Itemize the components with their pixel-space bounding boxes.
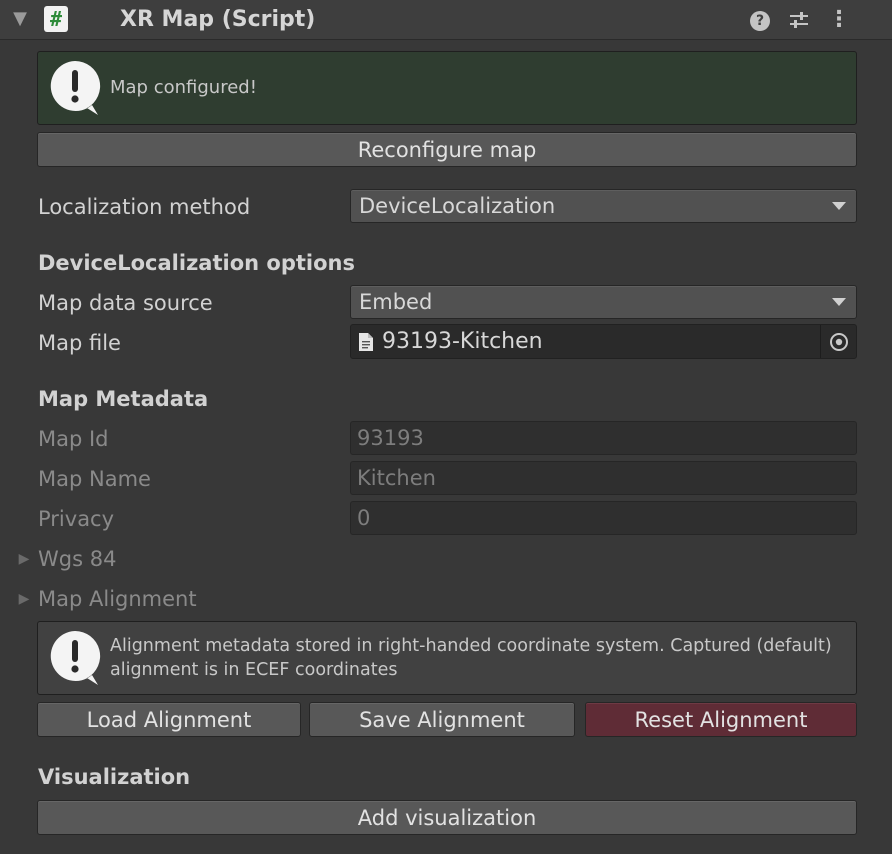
chevron-down-icon [832, 298, 846, 306]
privacy-field: 0 [350, 501, 857, 535]
info-balloon-icon [48, 629, 102, 687]
foldout-right-icon[interactable]: ▶ [16, 584, 32, 614]
privacy-label: Privacy [38, 507, 115, 531]
localization-method-dropdown[interactable]: DeviceLocalization [350, 189, 857, 223]
wgs84-foldout[interactable]: Wgs 84 [38, 543, 116, 575]
map-data-source-dropdown[interactable]: Embed [350, 285, 857, 319]
load-alignment-button[interactable]: Load Alignment [37, 702, 301, 737]
localization-method-value: DeviceLocalization [359, 194, 556, 218]
device-localization-section-title: DeviceLocalization options [38, 251, 355, 275]
map-id-label: Map Id [38, 427, 109, 451]
status-message: Map configured! [110, 77, 257, 98]
component-title: XR Map (Script) [120, 7, 316, 32]
map-name-label: Map Name [38, 467, 151, 491]
map-file-object-field[interactable]: 93193-Kitchen [350, 324, 857, 359]
foldout-right-icon[interactable]: ▶ [16, 544, 32, 574]
preset-sliders-icon[interactable] [787, 8, 811, 32]
map-data-source-value: Embed [359, 290, 433, 314]
info-balloon-icon [48, 59, 102, 117]
object-picker-button[interactable] [820, 325, 856, 358]
component-header[interactable]: ▼ # XR Map (Script) ? ⋮ [0, 0, 892, 40]
map-metadata-section-title: Map Metadata [38, 387, 209, 411]
alignment-helpbox: Alignment metadata stored in right-hande… [37, 621, 857, 695]
status-helpbox: Map configured! [37, 51, 857, 125]
map-file-value: 93193-Kitchen [382, 329, 543, 354]
help-icon[interactable]: ? [748, 8, 772, 32]
foldout-arrow-icon[interactable]: ▼ [10, 8, 30, 30]
more-vertical-icon[interactable]: ⋮ [827, 8, 851, 32]
alignment-message: Alignment metadata stored in right-hande… [110, 636, 832, 680]
map-file-label: Map file [38, 331, 121, 355]
save-alignment-button[interactable]: Save Alignment [309, 702, 575, 737]
text-file-icon [357, 332, 375, 352]
add-visualization-button[interactable]: Add visualization [37, 800, 857, 835]
visualization-section-title: Visualization [38, 765, 191, 789]
script-hash-icon: # [44, 6, 68, 32]
chevron-down-icon [832, 202, 846, 210]
map-alignment-foldout[interactable]: Map Alignment [38, 583, 197, 615]
map-data-source-label: Map data source [38, 291, 213, 315]
reconfigure-map-button[interactable]: Reconfigure map [37, 132, 857, 167]
reset-alignment-button[interactable]: Reset Alignment [585, 702, 857, 737]
target-picker-icon [829, 332, 849, 352]
localization-method-label: Localization method [38, 195, 251, 219]
map-id-field: 93193 [350, 421, 857, 455]
map-name-field: Kitchen [350, 461, 857, 495]
